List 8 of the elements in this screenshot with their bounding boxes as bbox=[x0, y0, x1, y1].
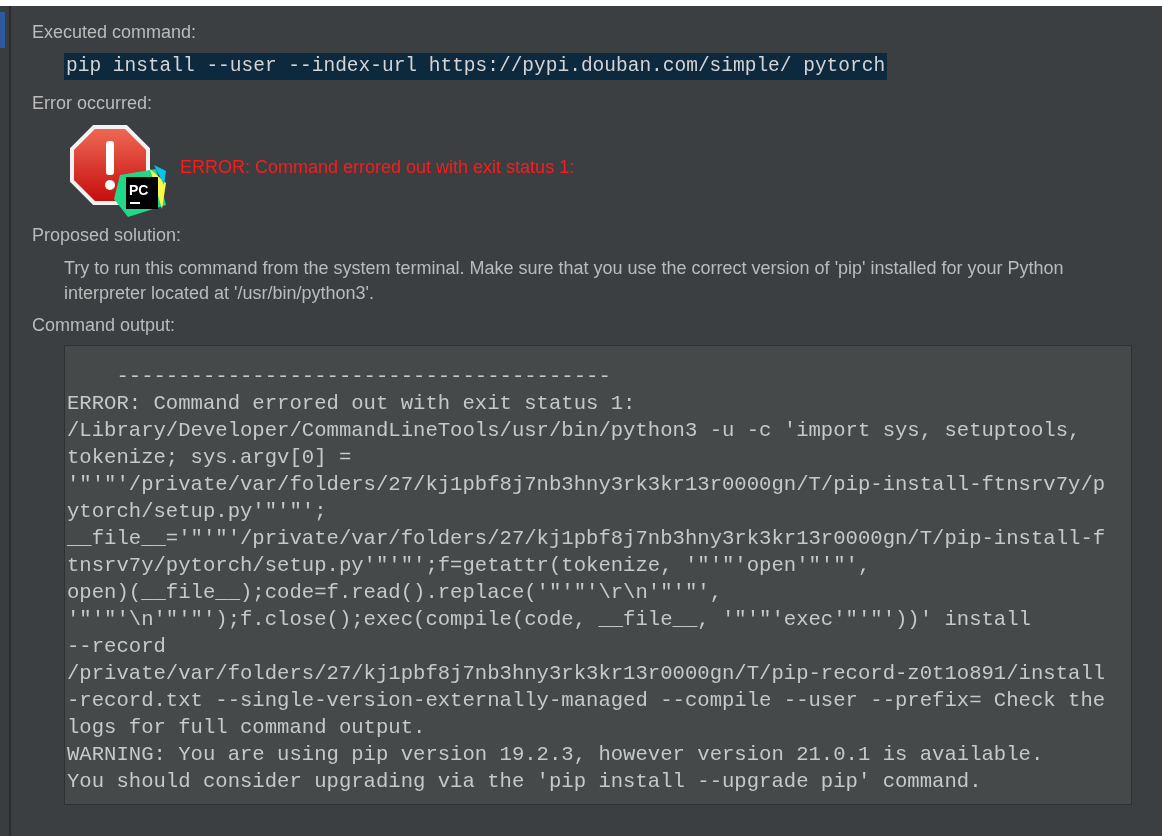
section-label: Command output: bbox=[32, 314, 176, 337]
error-message: ERROR: Command errored out with exit status 1: bbox=[180, 156, 575, 178]
command-text: pip install --user --index-url https://pypi.douban.com/simple/ pytorch bbox=[64, 53, 888, 80]
solution-text: Try to run this command from the system terminal. Make sure that you use the correct version of 'pip' installed for your Python interpreter located at '/usr/bin/python3'. bbox=[64, 257, 1065, 305]
section-label: Error occurred: bbox=[32, 92, 153, 115]
section-label: Executed command: bbox=[32, 21, 197, 44]
command-output-text: ---------------------------------------- ERROR: Command errored out with exit status 1: /Library/Developer/CommandLineTools/usr/bin/python3 -u -c 'import sys, setuptools, tokenize; sys.argv[0] = '"'"'/private/var/folders/27/kj1pbf8j7nb3hny3rk3kr13r0000gn/T/pip-install-ftnsrv7y/p ytorch/setup.py'"'"'; __file__='"'"'/private/var/folders/27/kj1pbf8j7nb3hny3rk3kr13r0000gn/T/pip-install-f tnsrv7y/pytorch/setup.py'"'"';f=getattr(tokenize, '"'"'open'"'"', open)(__file__);code=f.read().replace('"'"'\r\n'"'"', '"'"'\n'"'"');f.close();exec(compile(code, __file__, '"'"'exec'"'"'))' install --record /private/var/folders/27/kj1pbf8j7nb3hny3rk3kr13r0000gn/T/pip-record-z0t1o891/install -record.txt --single-version-externally-managed --compile --user --prefix= Check the logs for full command output. WARNING: You are using pip version 19.2.3, however version 21.0.1 is available. You should consider upgrading via the 'pip install --upgrade pip' command. bbox=[67, 364, 1106, 795]
section-label: Proposed solution: bbox=[32, 224, 182, 247]
